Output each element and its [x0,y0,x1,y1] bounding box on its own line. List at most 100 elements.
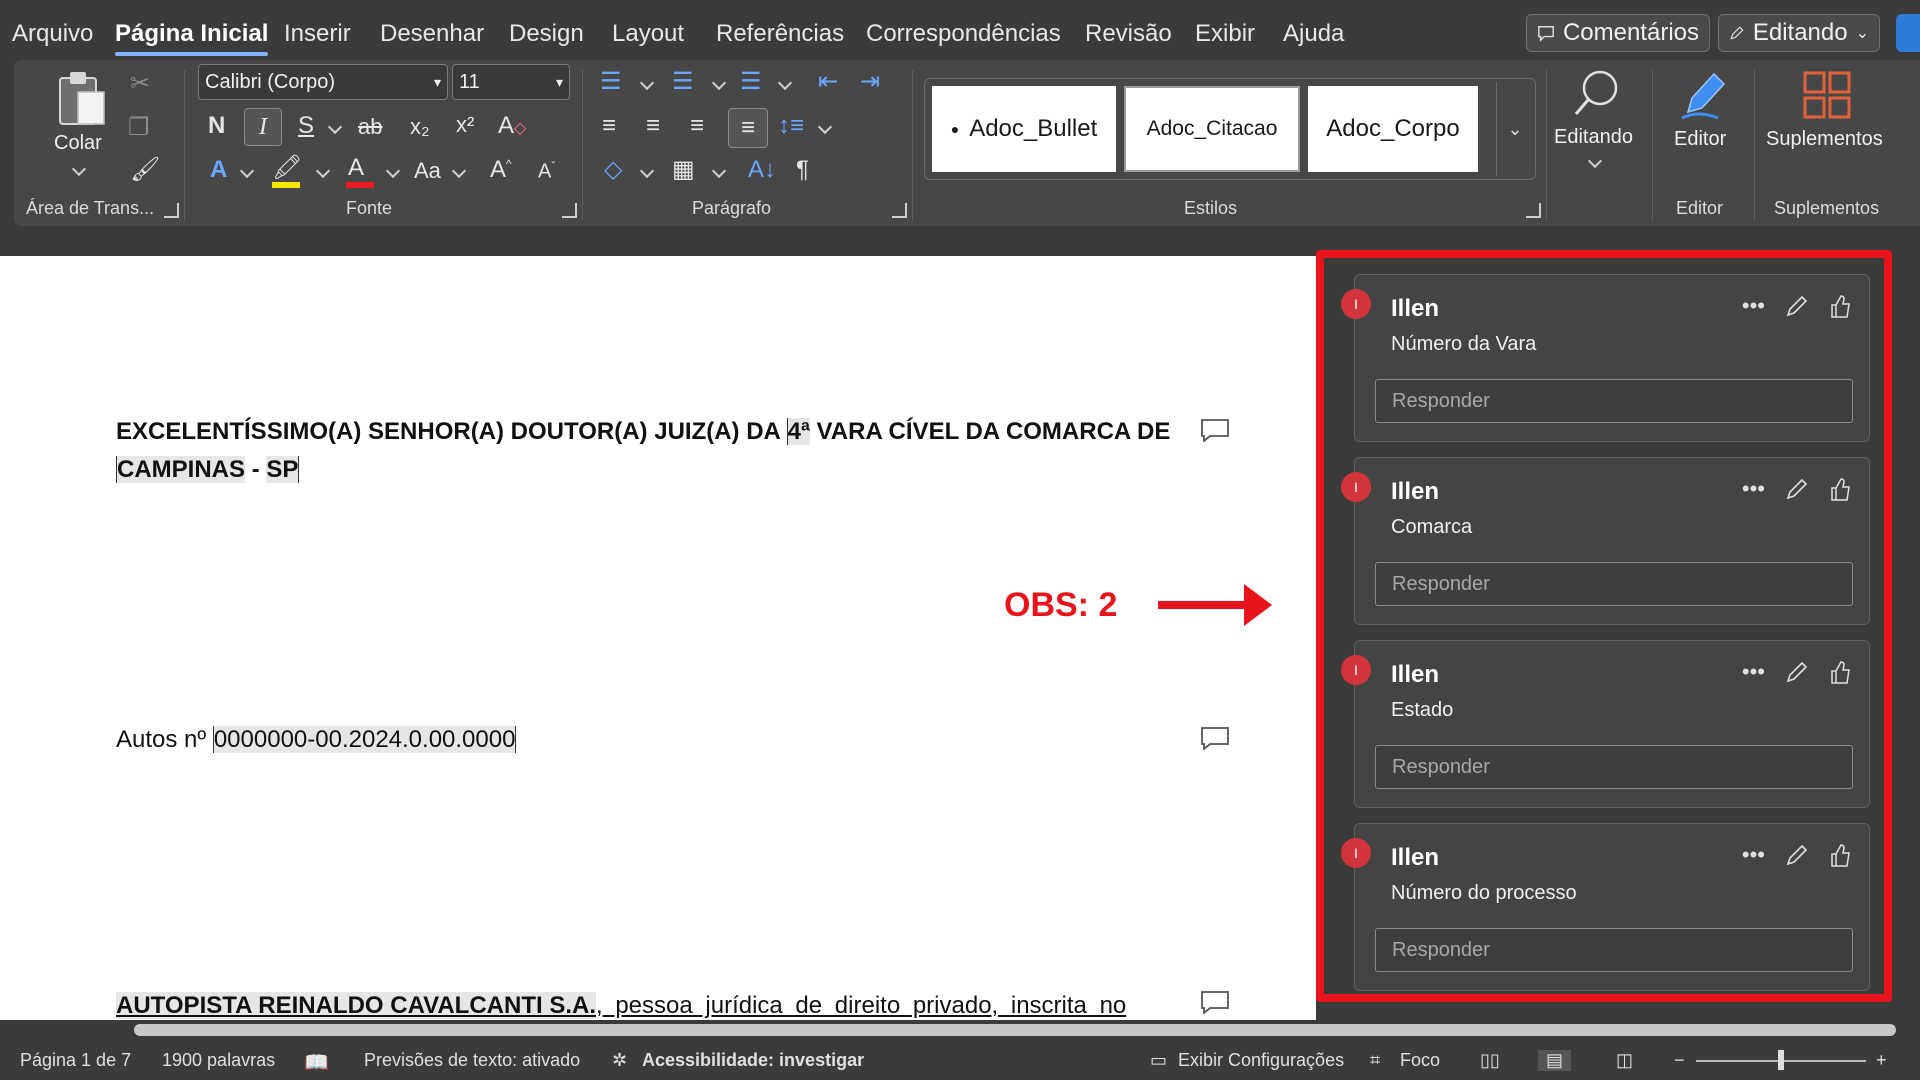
clipboard-launcher-icon[interactable] [164,203,179,218]
chevron-down-icon[interactable] [817,119,833,135]
more-options-icon[interactable]: ••• [1742,476,1765,502]
tab-referencias[interactable]: Referências [716,20,844,48]
editor-button-label[interactable]: Editor [1674,128,1726,151]
shrink-font-icon[interactable]: Aˇ [538,160,555,182]
editing-mode-button[interactable]: Editando ⌄ [1718,14,1880,52]
align-left-icon[interactable]: ≡ [602,114,616,138]
zoom-out-icon[interactable]: − [1674,1050,1685,1071]
comment-card[interactable]: I Illen Número do processo ••• Responder [1341,823,1870,991]
italic-button[interactable]: I [244,108,282,146]
tab-correspondencias[interactable]: Correspondências [866,20,1061,48]
edit-pencil-icon[interactable] [1785,477,1809,501]
style-adoc-bullet[interactable]: ● Adoc_Bullet [932,86,1116,172]
font-family-select[interactable]: Calibri (Corpo) ▾ [198,64,448,100]
tab-design[interactable]: Design [509,20,584,48]
word-count[interactable]: 1900 palavras [162,1050,275,1071]
tab-ajuda[interactable]: Ajuda [1283,20,1344,48]
align-center-icon[interactable]: ≡ [646,114,660,138]
read-mode-icon[interactable]: ▯▯ [1480,1050,1500,1071]
more-options-icon[interactable]: ••• [1742,293,1765,319]
grow-font-icon[interactable]: A^ [490,158,512,182]
horizontal-scrollbar[interactable] [0,1020,1920,1040]
chevron-down-icon[interactable] [71,161,87,177]
zoom-slider-thumb[interactable] [1778,1050,1784,1070]
reply-input[interactable]: Responder [1375,745,1853,789]
chevron-down-icon[interactable] [239,163,255,179]
editor-pen-icon[interactable] [1678,68,1728,122]
line-spacing-icon[interactable]: ↕≡ [778,114,804,138]
cut-icon[interactable]: ✂ [130,72,150,96]
text-predictions-status[interactable]: Previsões de texto: ativado [364,1050,580,1071]
tab-inserir[interactable]: Inserir [284,20,351,48]
web-layout-icon[interactable]: ◫ [1616,1050,1633,1071]
editing-group-button[interactable]: Editando [1554,126,1633,149]
superscript-button[interactable]: x² [456,114,474,136]
comment-marker-icon[interactable] [1200,418,1230,442]
zoom-in-icon[interactable]: + [1876,1050,1887,1071]
like-icon[interactable] [1829,293,1851,319]
highlighter-icon[interactable]: 🖍 [272,156,302,180]
styles-launcher-icon[interactable] [1526,203,1541,218]
more-options-icon[interactable]: ••• [1742,659,1765,685]
more-options-icon[interactable]: ••• [1742,842,1765,868]
chevron-down-icon[interactable] [639,75,655,91]
multilevel-list-icon[interactable]: ☰ [740,70,762,94]
borders-icon[interactable]: ▦ [672,158,695,182]
paste-button-label[interactable]: Colar [54,132,102,155]
numbering-icon[interactable]: ☰ [672,70,694,94]
bullets-icon[interactable]: ☰ [600,70,622,94]
addins-icon[interactable] [1802,70,1852,120]
edit-pencil-icon[interactable] [1785,294,1809,318]
chevron-down-icon[interactable] [711,75,727,91]
subscript-button[interactable]: x₂ [410,116,430,138]
underline-button[interactable]: S [298,114,314,138]
scrollbar-thumb[interactable] [134,1024,1896,1036]
like-icon[interactable] [1829,476,1851,502]
comment-marker-icon[interactable] [1200,726,1230,750]
format-painter-icon[interactable]: 🖌 [130,158,160,182]
tab-revisao[interactable]: Revisão [1085,20,1172,48]
like-icon[interactable] [1829,842,1851,868]
edit-pencil-icon[interactable] [1785,660,1809,684]
page-indicator[interactable]: Página 1 de 7 [20,1050,131,1071]
comment-card[interactable]: I Illen Comarca ••• Responder [1341,457,1870,625]
decrease-indent-icon[interactable]: ⇤ [818,70,838,94]
display-settings-button[interactable]: Exibir Configurações [1178,1050,1344,1071]
change-case-button[interactable]: Aa [414,160,441,182]
chevron-down-icon[interactable] [711,163,727,179]
search-icon[interactable] [1572,68,1622,120]
chevron-down-icon[interactable] [385,163,401,179]
tab-desenhar[interactable]: Desenhar [380,20,484,48]
edit-pencil-icon[interactable] [1785,843,1809,867]
reply-input[interactable]: Responder [1375,379,1853,423]
copy-icon[interactable]: ❐ [128,116,150,140]
comments-button[interactable]: Comentários [1526,14,1710,52]
chevron-down-icon[interactable] [327,119,343,135]
increase-indent-icon[interactable]: ⇥ [860,70,880,94]
focus-button[interactable]: Foco [1400,1050,1440,1071]
sort-icon[interactable]: A↓ [748,158,776,182]
share-button[interactable] [1896,14,1920,52]
shading-icon[interactable]: ◇ [604,158,622,182]
style-adoc-citacao[interactable]: Adoc_Citacao [1124,86,1300,172]
tab-exibir[interactable]: Exibir [1195,20,1255,48]
justify-icon[interactable]: ≡ [728,108,768,148]
chevron-down-icon[interactable] [777,75,793,91]
font-color-icon[interactable]: A [348,156,364,180]
comment-marker-icon[interactable] [1200,990,1230,1014]
tab-pagina-inicial[interactable]: Página Inicial [115,20,269,56]
styles-expand-icon[interactable]: ⌄ [1496,82,1533,176]
strikethrough-button[interactable]: ab [358,116,382,138]
chevron-down-icon[interactable] [1587,153,1603,169]
font-launcher-icon[interactable] [562,203,577,218]
reply-input[interactable]: Responder [1375,928,1853,972]
accessibility-status[interactable]: Acessibilidade: investigar [642,1050,864,1071]
text-effects-icon[interactable]: A [210,158,227,182]
style-adoc-corpo[interactable]: Adoc_Corpo [1308,86,1478,172]
paragraph-launcher-icon[interactable] [892,203,907,218]
chevron-down-icon[interactable] [315,163,331,179]
chevron-down-icon[interactable] [639,163,655,179]
font-size-select[interactable]: 11 ▾ [452,64,570,100]
addins-button-label[interactable]: Suplementos [1766,128,1883,151]
print-layout-icon[interactable]: ▤ [1538,1050,1572,1071]
